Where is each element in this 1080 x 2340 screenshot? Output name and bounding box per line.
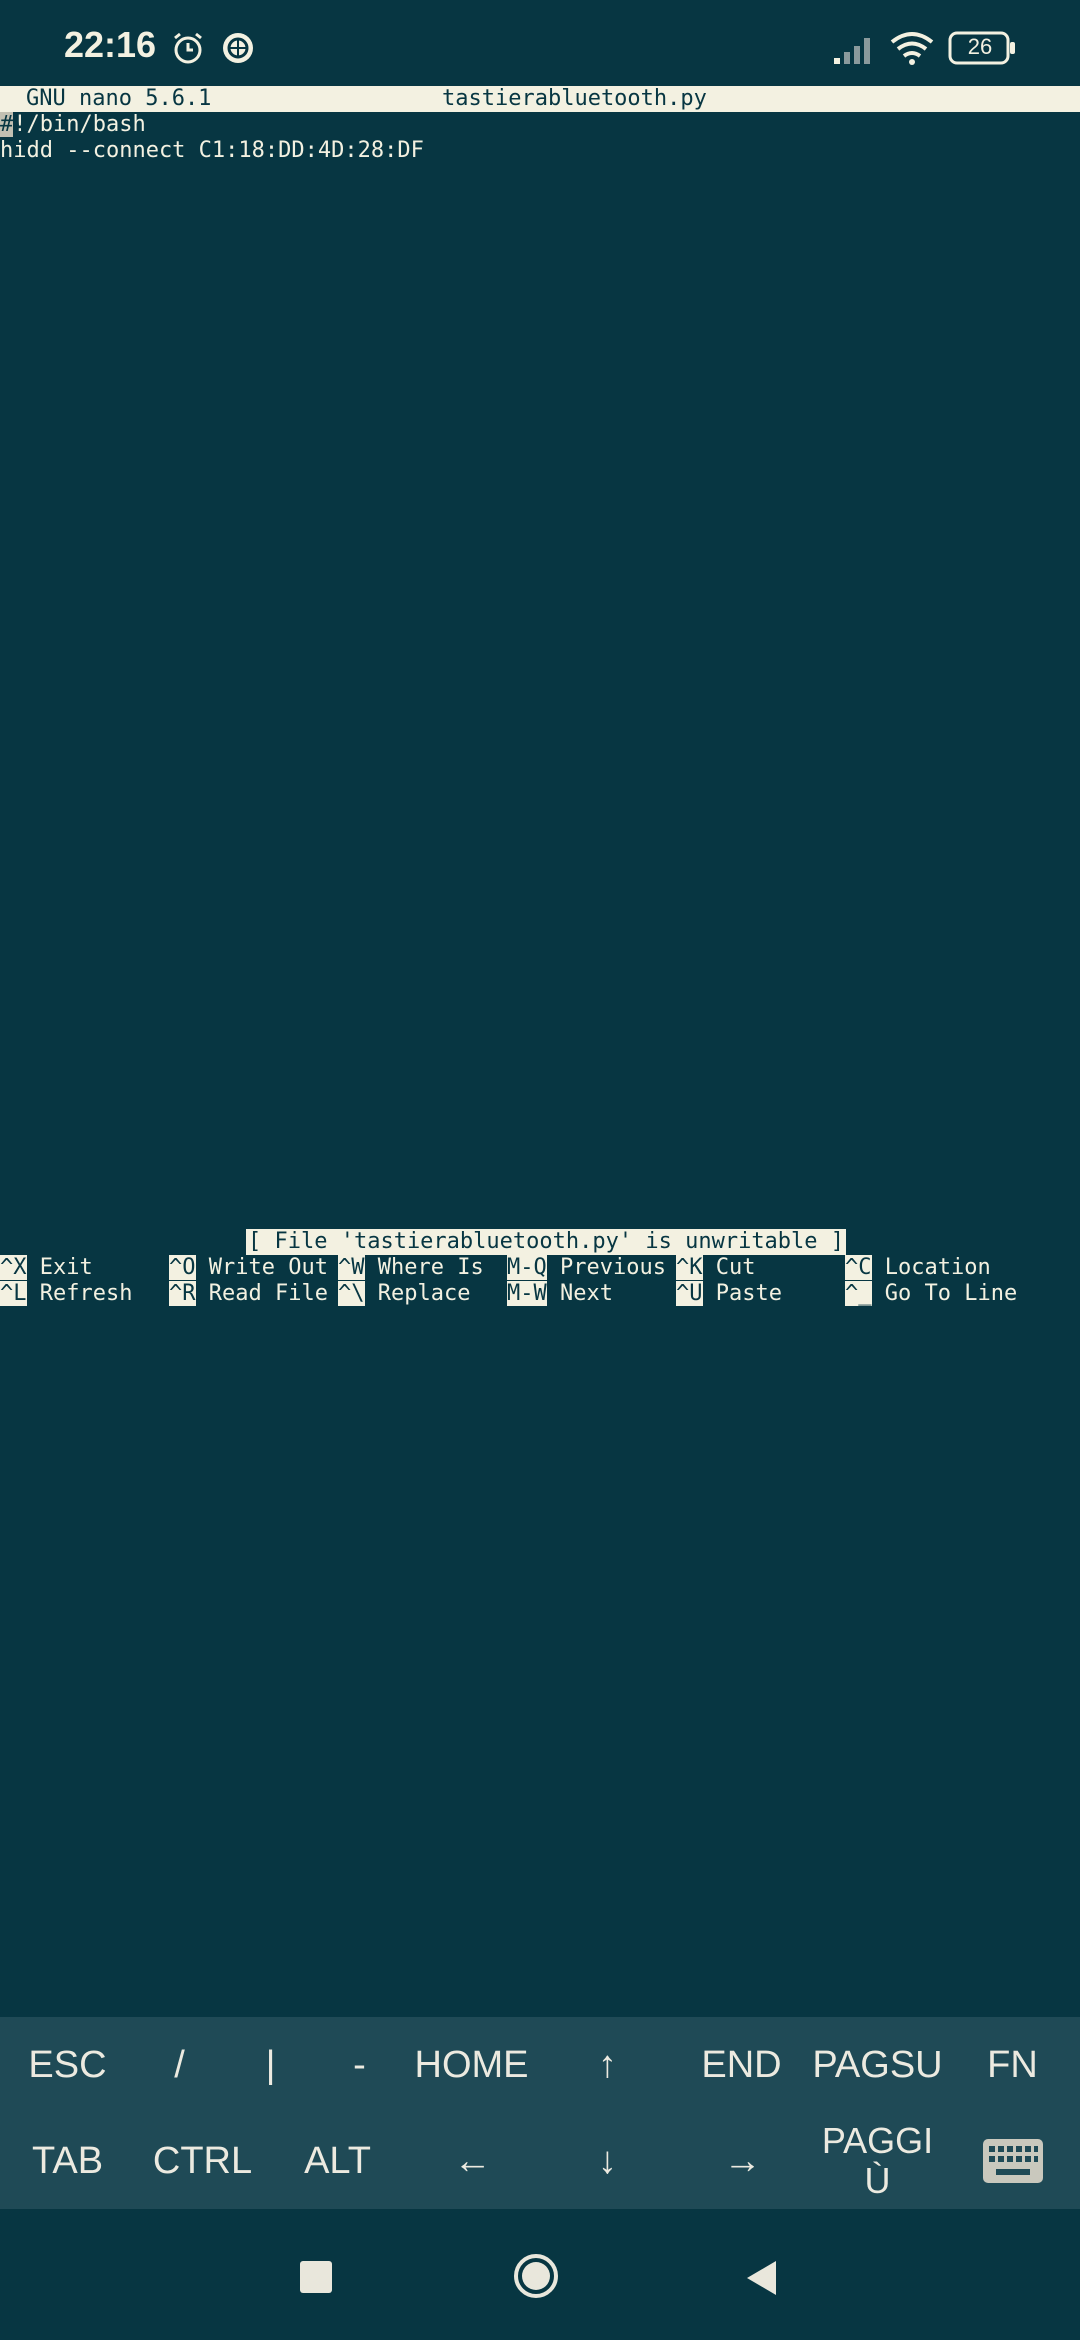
shortcut-exit[interactable]: ^X Exit xyxy=(0,1255,93,1281)
editor-line-1[interactable]: #!/bin/bash xyxy=(0,112,146,138)
key-home[interactable]: HOME xyxy=(404,2017,539,2113)
shortcut-key: M-Q xyxy=(507,1255,547,1280)
status-time: 22:16 xyxy=(64,24,157,65)
nano-version: GNU nano 5.6.1 xyxy=(26,86,212,111)
key-end[interactable]: END xyxy=(674,2017,809,2113)
shortcut-key: ^R xyxy=(169,1281,196,1306)
key-alt[interactable]: ALT xyxy=(270,2113,405,2209)
shortcut-key: ^O xyxy=(169,1255,196,1280)
text-cursor: # xyxy=(0,112,14,137)
shortcut-label: Where Is xyxy=(377,1255,484,1280)
shortcut-label: Location xyxy=(884,1255,991,1280)
shortcut-key: ^K xyxy=(676,1255,703,1280)
signal-icon xyxy=(834,38,870,64)
key-left-arrow[interactable]: ← xyxy=(405,2113,540,2209)
shortcut-label: Previous xyxy=(560,1255,666,1280)
shortcut-label: Write Out xyxy=(208,1255,328,1280)
back-button[interactable] xyxy=(744,2259,778,2297)
shortcut-label: Paste xyxy=(715,1281,782,1306)
shortcut-key: ^L xyxy=(0,1281,27,1306)
shortcut-key: ^C xyxy=(845,1255,872,1280)
editor-line-2[interactable]: hidd --connect C1:18:DD:4D:28:DF xyxy=(0,138,424,164)
key-right-arrow[interactable]: → xyxy=(675,2113,810,2209)
wifi-icon xyxy=(890,32,934,65)
shortcut-location[interactable]: ^C Location xyxy=(845,1255,991,1281)
shortcut-key: M-W xyxy=(507,1281,547,1306)
key-pagsu[interactable]: PAGSU xyxy=(810,2017,945,2113)
recents-button[interactable] xyxy=(300,2261,332,2293)
battery-level: 26 xyxy=(967,34,993,59)
key-paggiu[interactable]: PAGGIÙ xyxy=(810,2113,945,2209)
key-tab[interactable]: TAB xyxy=(0,2113,135,2209)
status-bar: 22:16 26 xyxy=(0,0,1080,86)
key-up-arrow[interactable]: ↑ xyxy=(540,2017,675,2113)
keyboard-icon xyxy=(982,2139,1043,2183)
app-notification-icon xyxy=(223,33,253,63)
shortcut-next[interactable]: M-W Next xyxy=(507,1281,613,1307)
keyboard-toggle-button[interactable] xyxy=(945,2113,1080,2209)
shortcut-key: ^\ xyxy=(338,1281,365,1306)
shortcut-go-to-line[interactable]: ^_ Go To Line xyxy=(845,1281,1017,1307)
shortcut-refresh[interactable]: ^L Refresh xyxy=(0,1281,132,1307)
shortcut-label: Read File xyxy=(208,1281,328,1306)
shortcut-key: ^U xyxy=(676,1281,703,1306)
key-ctrl[interactable]: CTRL xyxy=(135,2113,270,2209)
shortcut-label: Go To Line xyxy=(884,1281,1018,1306)
shortcut-where-is[interactable]: ^W Where Is xyxy=(338,1255,484,1281)
status-message: [ File 'tastierabluetooth.py' is unwrita… xyxy=(246,1229,847,1255)
nano-filename: tastierabluetooth.py xyxy=(442,86,707,111)
shortcut-label: Replace xyxy=(377,1281,471,1306)
key-fn[interactable]: FN xyxy=(945,2017,1080,2113)
shortcut-key: ^X xyxy=(0,1255,27,1280)
shortcut-previous[interactable]: M-Q Previous xyxy=(507,1255,666,1281)
editor-line-1-text: !/bin/bash xyxy=(13,112,146,137)
shortcut-read-file[interactable]: ^R Read File xyxy=(169,1281,328,1307)
system-navigation-bar xyxy=(0,2209,1080,2340)
shortcut-write-out[interactable]: ^O Write Out xyxy=(169,1255,328,1281)
extra-keys-bar: ESC / | - HOME ↑ END PAGSU FN TAB CTRL A… xyxy=(0,2017,1080,2209)
home-button[interactable] xyxy=(513,2253,559,2299)
nano-title-bar: GNU nano 5.6.1 tastierabluetooth.py xyxy=(0,86,1080,112)
shortcut-key: ^W xyxy=(338,1255,365,1280)
alarm-icon xyxy=(174,32,202,64)
shortcut-label: Next xyxy=(560,1281,613,1306)
shortcut-key: ^_ xyxy=(845,1281,872,1306)
shortcut-label: Exit xyxy=(39,1255,93,1280)
shortcut-label: Cut xyxy=(715,1255,756,1280)
shortcut-paste[interactable]: ^U Paste xyxy=(676,1281,782,1307)
shortcut-replace[interactable]: ^\ Replace xyxy=(338,1281,470,1307)
shortcut-label: Refresh xyxy=(39,1281,133,1306)
shortcut-cut[interactable]: ^K Cut xyxy=(676,1255,756,1281)
key-down-arrow[interactable]: ↓ xyxy=(540,2113,675,2209)
